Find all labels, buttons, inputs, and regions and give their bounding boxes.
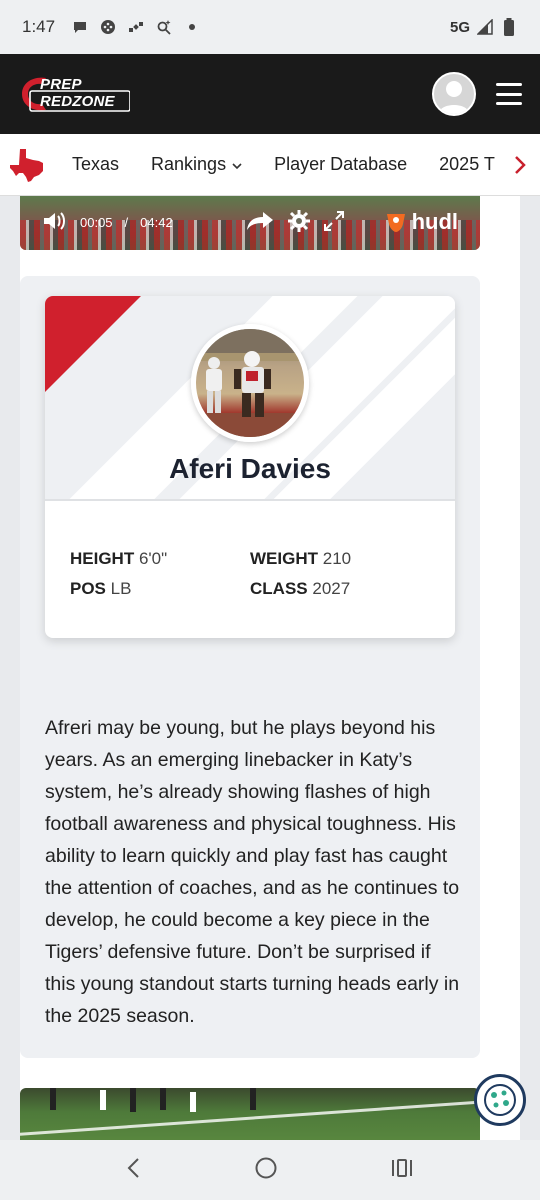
player-photo (191, 324, 309, 442)
player-card-header: Aferi Davies (45, 296, 455, 501)
status-bar: 1:47 5G (0, 0, 540, 54)
prep-redzone-logo[interactable]: PREP REDZONE (18, 74, 130, 114)
video-player-bottom[interactable] (20, 1088, 480, 1140)
hudl-logo[interactable]: hudl (384, 209, 458, 235)
nav-item-rankings[interactable]: Rankings (135, 154, 258, 175)
player-profile-panel: Aferi Davies HEIGHT 6'0" WEIGHT 210 POS (20, 276, 480, 1058)
video-duration: 04:42 (140, 214, 173, 230)
chevron-right-icon[interactable] (500, 134, 540, 195)
user-avatar-icon[interactable] (432, 72, 476, 116)
nav-item-player-database[interactable]: Player Database (258, 154, 423, 175)
video-time-separator: / (124, 214, 129, 230)
logo-line2: REDZONE (40, 93, 115, 110)
nav-item-label: Player Database (274, 154, 408, 174)
dot-icon (183, 18, 201, 36)
stat-position: POS LB (70, 579, 132, 598)
hamburger-menu-icon[interactable] (496, 83, 522, 105)
main-content: 00:05 / 04:42 hudl Aferi Davies HEIGHT 6… (0, 196, 540, 1140)
satellite-icon (127, 18, 145, 36)
nav-item-label: Rankings (151, 154, 227, 174)
cookie-icon[interactable] (474, 1074, 526, 1126)
nav-item-texas[interactable]: Texas (56, 154, 135, 175)
share-icon[interactable] (245, 210, 275, 235)
nav-item-2025[interactable]: 2025 T (423, 154, 511, 175)
video-current-time: 00:05 (80, 214, 113, 230)
fullscreen-icon[interactable] (323, 210, 345, 235)
player-bio: Afreri may be young, but he plays beyond… (45, 717, 460, 1027)
player-card: Aferi Davies HEIGHT 6'0" WEIGHT 210 POS (45, 296, 455, 638)
nav-item-label: 2025 T (439, 154, 495, 174)
hudl-label: hudl (411, 209, 458, 234)
texas-state-icon[interactable] (0, 134, 56, 195)
player-name: Aferi Davies (169, 453, 331, 484)
top-nav: Texas Rankings Player Database 2025 T (0, 134, 540, 196)
site-header: PREP REDZONE (0, 54, 540, 134)
logo-line1: PREP (40, 76, 82, 93)
video-player-top[interactable]: 00:05 / 04:42 hudl (20, 196, 480, 250)
home-circle-icon[interactable] (254, 1156, 278, 1185)
network-label: 5G (449, 18, 470, 36)
red-corner-accent (45, 296, 141, 392)
battery-icon (500, 18, 518, 36)
chat-bubble-icon (71, 18, 89, 36)
player-stats: HEIGHT 6'0" WEIGHT 210 POS LB CLASS 2027 (70, 544, 430, 604)
game-controller-icon (99, 18, 117, 36)
settings-gear-icon[interactable] (287, 209, 311, 236)
back-chevron-icon[interactable] (126, 1157, 142, 1184)
search-sparkle-icon (155, 18, 173, 36)
nav-item-label: Texas (72, 154, 120, 174)
signal-icon (476, 18, 494, 36)
stat-height: HEIGHT 6'0" (70, 549, 168, 568)
volume-icon[interactable] (42, 210, 68, 235)
chevron-down-icon (232, 154, 242, 175)
recents-icon[interactable] (390, 1157, 414, 1184)
stat-class: CLASS 2027 (250, 579, 351, 598)
system-nav-bar (0, 1140, 540, 1200)
status-time: 1:47 (22, 17, 56, 36)
hudl-icon (386, 214, 405, 232)
stat-weight: WEIGHT 210 (250, 549, 352, 568)
